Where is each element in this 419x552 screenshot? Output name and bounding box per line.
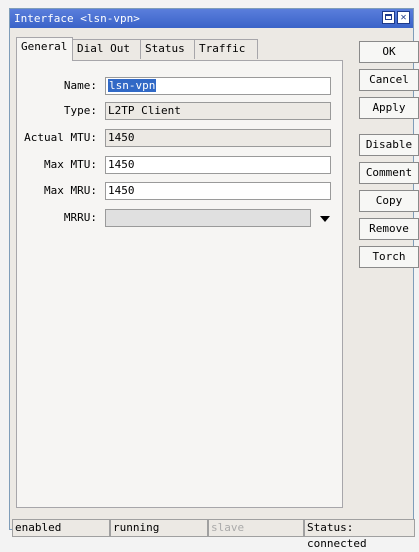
- tab-general[interactable]: General: [16, 37, 73, 61]
- cancel-button[interactable]: Cancel: [359, 69, 419, 91]
- maximize-button[interactable]: [382, 11, 395, 24]
- max-mru-field[interactable]: 1450: [105, 182, 331, 200]
- status-connected: Status: connected: [304, 519, 415, 550]
- max-mtu-field[interactable]: 1450: [105, 156, 331, 174]
- copy-button[interactable]: Copy: [359, 190, 419, 212]
- title-bar[interactable]: Interface <lsn-vpn> ✕: [10, 9, 413, 28]
- remove-button[interactable]: Remove: [359, 218, 419, 240]
- disable-button[interactable]: Disable: [359, 134, 419, 156]
- chevron-down-icon[interactable]: [320, 216, 330, 222]
- actual-mtu-field: 1450: [105, 129, 331, 147]
- ok-button[interactable]: OK: [359, 41, 419, 63]
- tab-traffic[interactable]: Traffic: [194, 39, 258, 59]
- comment-button[interactable]: Comment: [359, 162, 419, 184]
- status-running: running: [110, 519, 208, 537]
- actual-mtu-label: Actual MTU:: [24, 131, 97, 144]
- interface-window: Interface <lsn-vpn> ✕ General Dial Out S…: [9, 8, 419, 550]
- max-mru-label: Max MRU:: [44, 184, 97, 197]
- name-value: lsn-vpn: [108, 79, 157, 92]
- status-enabled: enabled: [12, 519, 110, 537]
- name-label: Name:: [63, 79, 97, 92]
- torch-button[interactable]: Torch: [359, 246, 419, 268]
- maximize-icon: [385, 14, 392, 20]
- close-button[interactable]: ✕: [397, 11, 410, 24]
- type-label: Type:: [63, 104, 97, 117]
- status-bar: enabled running slave Status: connected: [12, 519, 415, 550]
- status-slave: slave: [208, 519, 304, 537]
- type-field: L2TP Client: [105, 102, 331, 120]
- mrru-label: MRRU:: [63, 211, 97, 224]
- max-mtu-label: Max MTU:: [44, 158, 97, 171]
- close-icon: ✕: [400, 12, 407, 23]
- apply-button[interactable]: Apply: [359, 97, 419, 119]
- tab-status[interactable]: Status: [140, 39, 195, 59]
- name-field[interactable]: lsn-vpn: [105, 77, 331, 95]
- window-title: Interface <lsn-vpn>: [14, 12, 140, 25]
- mrru-field: [105, 209, 311, 227]
- general-panel: Name: lsn-vpn Type: L2TP Client Actual M…: [16, 60, 343, 508]
- tab-dial-out[interactable]: Dial Out: [72, 39, 141, 59]
